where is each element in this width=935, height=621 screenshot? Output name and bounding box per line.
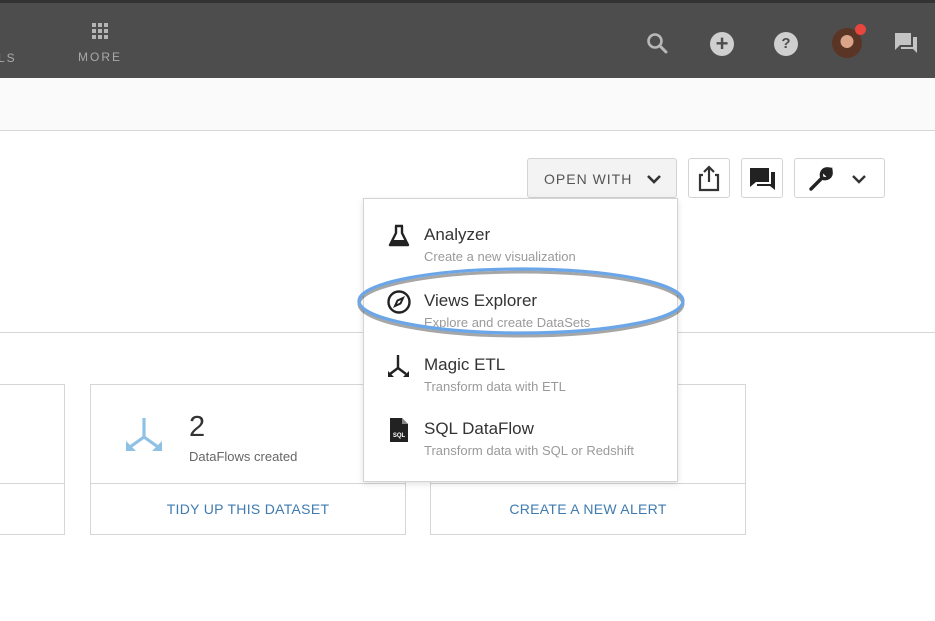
share-icon (698, 165, 720, 192)
menu-item-views-explorer[interactable]: Views Explorer Explore and create DataSe… (364, 287, 677, 347)
nav-more-button[interactable]: MORE (78, 23, 122, 64)
nav-more-label: MORE (78, 50, 122, 64)
svg-text:SQL: SQL (393, 433, 406, 439)
menu-item-magic-etl[interactable]: Magic ETL Transform data with ETL (364, 351, 677, 411)
menu-item-title: Analyzer (424, 225, 491, 244)
beaker-icon (386, 223, 412, 249)
secondary-header-bar (0, 78, 935, 131)
etl-arrows-icon (386, 353, 412, 379)
card-footer[interactable] (0, 483, 64, 534)
dataflow-icon (125, 417, 163, 458)
menu-item-sql-dataflow[interactable]: SQL SQL DataFlow Transform data with SQL… (364, 415, 677, 475)
menu-item-title: Magic ETL (424, 355, 506, 374)
help-icon[interactable]: ? (774, 32, 798, 56)
add-icon[interactable]: + (710, 32, 734, 56)
top-navigation-bar: LS MORE + ? (0, 0, 935, 78)
menu-item-subtitle: Explore and create DataSets (424, 315, 591, 330)
notification-badge (855, 24, 866, 35)
dataflows-card: 2 DataFlows created TIDY UP THIS DATASET (90, 384, 406, 535)
chevron-down-icon (852, 175, 866, 184)
menu-item-title: SQL DataFlow (424, 419, 534, 438)
sql-file-icon: SQL (386, 417, 412, 443)
menu-item-subtitle: Transform data with ETL (424, 379, 566, 394)
open-with-button[interactable]: OPEN WITH (527, 158, 677, 198)
grid-icon (92, 23, 108, 39)
share-button[interactable] (688, 158, 730, 198)
compass-icon (386, 289, 412, 315)
search-icon[interactable] (645, 31, 669, 60)
create-alert-link[interactable]: CREATE A NEW ALERT (431, 483, 745, 534)
dataflow-count: 2 (189, 411, 206, 443)
menu-item-subtitle: Transform data with SQL or Redshift (424, 443, 635, 458)
nav-item-partial-label[interactable]: LS (0, 51, 17, 65)
dataflow-count-label: DataFlows created (189, 449, 298, 464)
menu-item-title: Views Explorer (424, 291, 538, 310)
comments-button[interactable] (741, 158, 783, 198)
comments-icon (750, 168, 775, 190)
menu-item-analyzer[interactable]: Analyzer Create a new visualization (364, 221, 677, 281)
menu-item-subtitle: Create a new visualization (424, 249, 576, 264)
chevron-down-icon (646, 172, 662, 190)
wrench-icon (809, 167, 833, 191)
open-with-dropdown: Analyzer Create a new visualization View… (363, 198, 678, 482)
open-with-label: OPEN WITH (544, 171, 633, 187)
chat-icon[interactable] (893, 31, 919, 60)
tidy-up-dataset-link[interactable]: TIDY UP THIS DATASET (91, 483, 405, 534)
tools-menu-button[interactable] (794, 158, 885, 198)
summary-card (0, 384, 65, 535)
